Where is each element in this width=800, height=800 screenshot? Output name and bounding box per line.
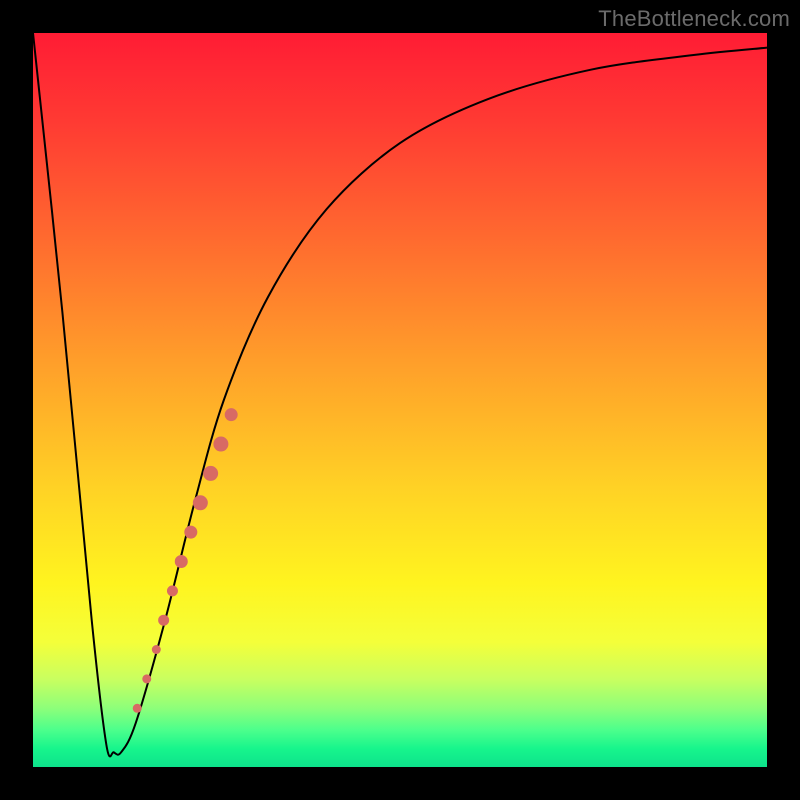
- marker-group: [133, 409, 237, 713]
- curve-marker: [204, 466, 218, 480]
- plot-area: [33, 33, 767, 767]
- curve-marker: [193, 496, 207, 510]
- curve-marker: [167, 586, 177, 596]
- watermark-text: TheBottleneck.com: [598, 6, 790, 32]
- curve-marker: [175, 555, 187, 567]
- curve-marker: [185, 526, 197, 538]
- curve-marker: [159, 615, 169, 625]
- curve-marker: [133, 704, 141, 712]
- chart-frame: TheBottleneck.com: [0, 0, 800, 800]
- curve-layer: [33, 33, 767, 767]
- curve-marker: [152, 646, 160, 654]
- bottleneck-curve: [33, 33, 767, 756]
- curve-marker: [143, 675, 151, 683]
- curve-marker: [225, 409, 237, 421]
- curve-marker: [214, 437, 228, 451]
